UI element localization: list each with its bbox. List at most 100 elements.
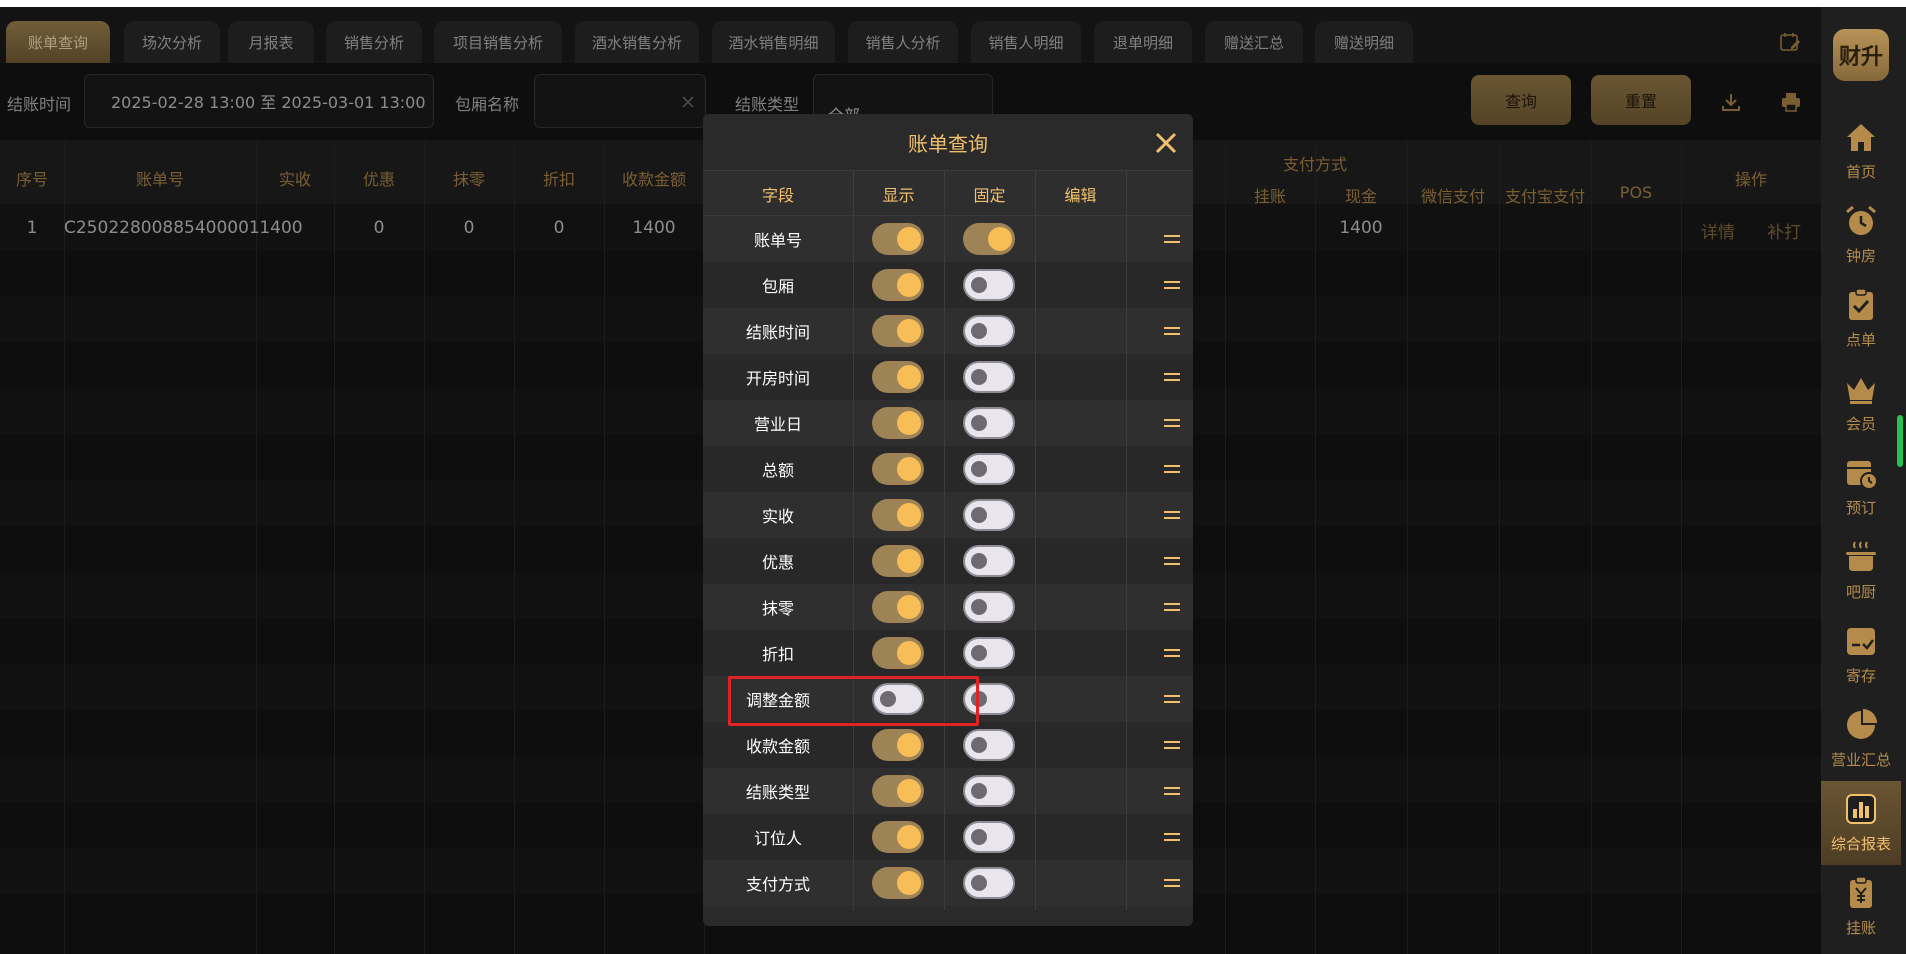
sidebar-item-label: 会员 bbox=[1845, 415, 1876, 433]
crown-icon bbox=[1847, 378, 1875, 404]
field-row: 总额 bbox=[703, 446, 1193, 492]
sidebar-item-reports[interactable]: 综合报表 bbox=[1821, 781, 1901, 865]
drag-handle-line bbox=[1164, 787, 1180, 789]
drag-handle-line bbox=[1164, 465, 1180, 467]
drag-handle-line bbox=[1164, 563, 1180, 565]
show-toggle[interactable] bbox=[872, 729, 924, 761]
highlight-box bbox=[728, 676, 979, 726]
drag-handle-icon[interactable] bbox=[1164, 784, 1180, 798]
fixed-toggle[interactable] bbox=[963, 821, 1015, 853]
fixed-toggle[interactable] bbox=[963, 867, 1015, 899]
show-toggle[interactable] bbox=[872, 269, 924, 301]
toggle-knob bbox=[897, 227, 921, 251]
field-name: 收款金额 bbox=[745, 737, 810, 756]
drag-handle-icon[interactable] bbox=[1164, 370, 1180, 384]
fixed-toggle[interactable] bbox=[963, 545, 1015, 577]
show-toggle[interactable] bbox=[872, 545, 924, 577]
fixed-toggle[interactable] bbox=[963, 361, 1015, 393]
fixed-toggle[interactable] bbox=[963, 453, 1015, 485]
scroll-indicator[interactable] bbox=[1897, 415, 1903, 467]
field-name: 包厢 bbox=[761, 277, 794, 296]
toggle-knob bbox=[971, 737, 987, 753]
drag-handle-icon[interactable] bbox=[1164, 692, 1180, 706]
fixed-toggle[interactable] bbox=[963, 315, 1015, 347]
drag-handle-icon[interactable] bbox=[1164, 830, 1180, 844]
toggle-knob bbox=[897, 365, 921, 389]
sidebar-item-label: 综合报表 bbox=[1830, 835, 1891, 853]
sidebar-item-label: 挂账 bbox=[1845, 919, 1876, 937]
mh-edit: 编辑 bbox=[1064, 186, 1097, 205]
drag-handle-line bbox=[1164, 517, 1180, 519]
modal-title: 账单查询 bbox=[908, 131, 988, 156]
toggle-knob bbox=[971, 415, 987, 431]
drag-handle-icon[interactable] bbox=[1164, 416, 1180, 430]
fixed-toggle[interactable] bbox=[963, 269, 1015, 301]
toggle-knob bbox=[971, 783, 987, 799]
sidebar-item-order[interactable]: 点单 bbox=[1821, 277, 1901, 361]
drag-handle-icon[interactable] bbox=[1164, 508, 1180, 522]
drag-handle-line bbox=[1164, 419, 1180, 421]
drag-handle-icon[interactable] bbox=[1164, 738, 1180, 752]
show-toggle[interactable] bbox=[872, 591, 924, 623]
show-toggle[interactable] bbox=[872, 315, 924, 347]
toggle-knob bbox=[971, 829, 987, 845]
mh-field: 字段 bbox=[761, 186, 794, 205]
fixed-toggle[interactable] bbox=[963, 637, 1015, 669]
field-name: 支付方式 bbox=[745, 875, 810, 894]
show-toggle[interactable] bbox=[872, 453, 924, 485]
drag-handle-icon[interactable] bbox=[1164, 876, 1180, 890]
show-toggle[interactable] bbox=[872, 775, 924, 807]
field-row: 订位人 bbox=[703, 814, 1193, 860]
toggle-knob bbox=[971, 277, 987, 293]
show-toggle[interactable] bbox=[872, 223, 924, 255]
mh-fixed: 固定 bbox=[973, 186, 1006, 205]
field-row: 实收 bbox=[703, 492, 1193, 538]
sidebar-item-business-summary[interactable]: 营业汇总 bbox=[1821, 697, 1901, 781]
toggle-knob bbox=[897, 825, 921, 849]
drag-handle-icon[interactable] bbox=[1164, 324, 1180, 338]
show-toggle[interactable] bbox=[872, 361, 924, 393]
field-name: 开房时间 bbox=[745, 369, 810, 388]
field-row: 抹零 bbox=[703, 584, 1193, 630]
sidebar-item-member[interactable]: 会员 bbox=[1821, 361, 1901, 445]
modal-column-divider bbox=[853, 170, 854, 910]
show-toggle[interactable] bbox=[872, 867, 924, 899]
show-toggle[interactable] bbox=[872, 637, 924, 669]
drag-handle-icon[interactable] bbox=[1164, 278, 1180, 292]
drag-handle-icon[interactable] bbox=[1164, 232, 1180, 246]
pie-chart-icon bbox=[1847, 709, 1877, 739]
toggle-knob bbox=[971, 323, 987, 339]
fixed-toggle[interactable] bbox=[963, 729, 1015, 761]
toggle-knob bbox=[988, 227, 1012, 251]
drag-handle-icon[interactable] bbox=[1164, 646, 1180, 660]
toggle-knob bbox=[897, 319, 921, 343]
show-toggle[interactable] bbox=[872, 499, 924, 531]
show-toggle[interactable] bbox=[872, 407, 924, 439]
drag-handle-line bbox=[1164, 833, 1180, 835]
drag-handle-icon[interactable] bbox=[1164, 462, 1180, 476]
sidebar-item-credit[interactable]: 挂账 bbox=[1821, 865, 1901, 949]
drag-handle-icon[interactable] bbox=[1164, 600, 1180, 614]
brand-logo: 财升 bbox=[1833, 29, 1889, 81]
fixed-toggle[interactable] bbox=[963, 775, 1015, 807]
drag-handle-line bbox=[1164, 747, 1180, 749]
sidebar-item-kitchen[interactable]: 吧厨 bbox=[1821, 529, 1901, 613]
sidebar-item-reservation[interactable]: 预订 bbox=[1821, 445, 1901, 529]
show-toggle[interactable] bbox=[872, 821, 924, 853]
fixed-toggle[interactable] bbox=[963, 591, 1015, 623]
fixed-toggle[interactable] bbox=[963, 407, 1015, 439]
modal-table-header: 字段 显示 固定 编辑 bbox=[703, 170, 1193, 216]
sidebar-item-home[interactable]: 首页 bbox=[1821, 109, 1901, 193]
fixed-toggle[interactable] bbox=[963, 499, 1015, 531]
fixed-toggle[interactable] bbox=[963, 223, 1015, 255]
drag-handle-line bbox=[1164, 793, 1180, 795]
sidebar-item-storage[interactable]: 寄存 bbox=[1821, 613, 1901, 697]
sidebar-item-clock-room[interactable]: 钟房 bbox=[1821, 193, 1901, 277]
field-name: 结账时间 bbox=[745, 323, 810, 342]
toggle-knob bbox=[971, 369, 987, 385]
drag-handle-icon[interactable] bbox=[1164, 554, 1180, 568]
drag-handle-line bbox=[1164, 287, 1180, 289]
field-row: 营业日 bbox=[703, 400, 1193, 446]
close-icon[interactable] bbox=[1151, 128, 1181, 158]
sidebar-nav: 财升 首页 钟房 点单 会员 预订 吧厨 寄存 营业汇总 综合报表 挂账 bbox=[1821, 7, 1906, 954]
